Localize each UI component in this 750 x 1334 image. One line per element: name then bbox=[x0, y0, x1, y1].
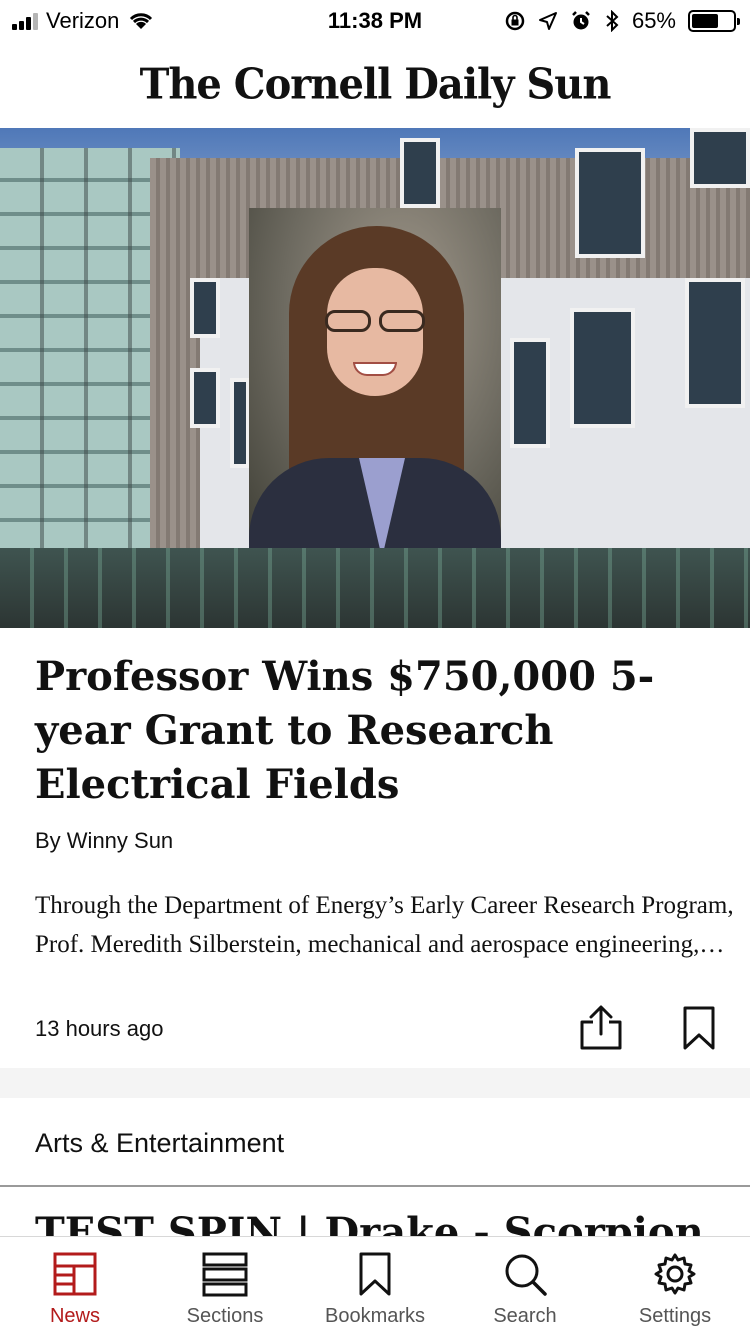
hero-window bbox=[570, 308, 635, 428]
tab-label-search: Search bbox=[493, 1305, 557, 1327]
share-icon bbox=[580, 1005, 622, 1050]
tab-label-bookmarks: Bookmarks bbox=[324, 1305, 426, 1327]
hero-ground bbox=[0, 548, 750, 628]
hero-window bbox=[190, 368, 220, 428]
tab-settings[interactable]: Settings bbox=[600, 1237, 750, 1334]
battery-fill bbox=[692, 14, 718, 28]
battery-percent: 65% bbox=[631, 8, 676, 33]
tab-label-sections: Sections bbox=[186, 1305, 264, 1327]
hero-window bbox=[510, 338, 550, 448]
sections-icon bbox=[202, 1252, 248, 1297]
tab-bookmarks[interactable]: Bookmarks bbox=[300, 1237, 450, 1334]
masthead: The Cornell Daily Sun bbox=[0, 40, 750, 128]
gear-icon bbox=[654, 1253, 696, 1295]
bookmark-icon bbox=[683, 1006, 715, 1050]
article-title[interactable]: Professor Wins $750,000 5-year Grant to … bbox=[35, 650, 725, 812]
tab-bar: News Sections Bookmarks Search Settings bbox=[0, 1236, 750, 1334]
tab-news[interactable]: News bbox=[0, 1237, 150, 1334]
search-icon bbox=[505, 1254, 547, 1296]
tab-label-news: News bbox=[49, 1305, 100, 1327]
battery-icon bbox=[688, 10, 740, 32]
tab-search[interactable]: Search bbox=[450, 1237, 600, 1334]
hero-window bbox=[685, 278, 745, 408]
section-title[interactable]: Arts & Entertainment bbox=[35, 1128, 284, 1159]
hero-window bbox=[230, 378, 250, 468]
news-icon bbox=[53, 1252, 97, 1296]
location-icon bbox=[538, 12, 557, 30]
bluetooth-icon bbox=[606, 10, 619, 32]
next-article-title[interactable]: TEST SPIN | Drake - Scorpion bbox=[35, 1206, 735, 1236]
divider-band bbox=[0, 1068, 750, 1098]
masthead-logo: The Cornell Daily Sun bbox=[139, 59, 612, 109]
status-bar: Verizon 11:38 PM 65% bbox=[0, 0, 750, 40]
portrait-glasses bbox=[319, 310, 431, 334]
article-timestamp: 13 hours ago bbox=[35, 1016, 164, 1041]
tab-sections[interactable]: Sections bbox=[150, 1237, 300, 1334]
hero-window bbox=[690, 128, 750, 188]
bookmark-icon bbox=[359, 1252, 391, 1296]
status-right: 65% bbox=[504, 8, 740, 34]
section-divider bbox=[0, 1185, 750, 1187]
article-summary[interactable]: Through the Department of Energy’s Early… bbox=[35, 886, 735, 964]
article-byline: By Winny Sun bbox=[35, 828, 174, 853]
tab-label-settings: Settings bbox=[638, 1305, 712, 1327]
hero-window bbox=[400, 138, 440, 208]
portrait-photo bbox=[249, 208, 501, 548]
hero-window bbox=[575, 148, 645, 258]
hero-image[interactable] bbox=[0, 128, 750, 628]
bookmark-button[interactable] bbox=[680, 1004, 718, 1052]
orientation-lock-icon bbox=[505, 11, 525, 31]
share-button[interactable] bbox=[578, 1004, 624, 1052]
alarm-icon bbox=[572, 11, 590, 30]
hero-window bbox=[190, 278, 220, 338]
